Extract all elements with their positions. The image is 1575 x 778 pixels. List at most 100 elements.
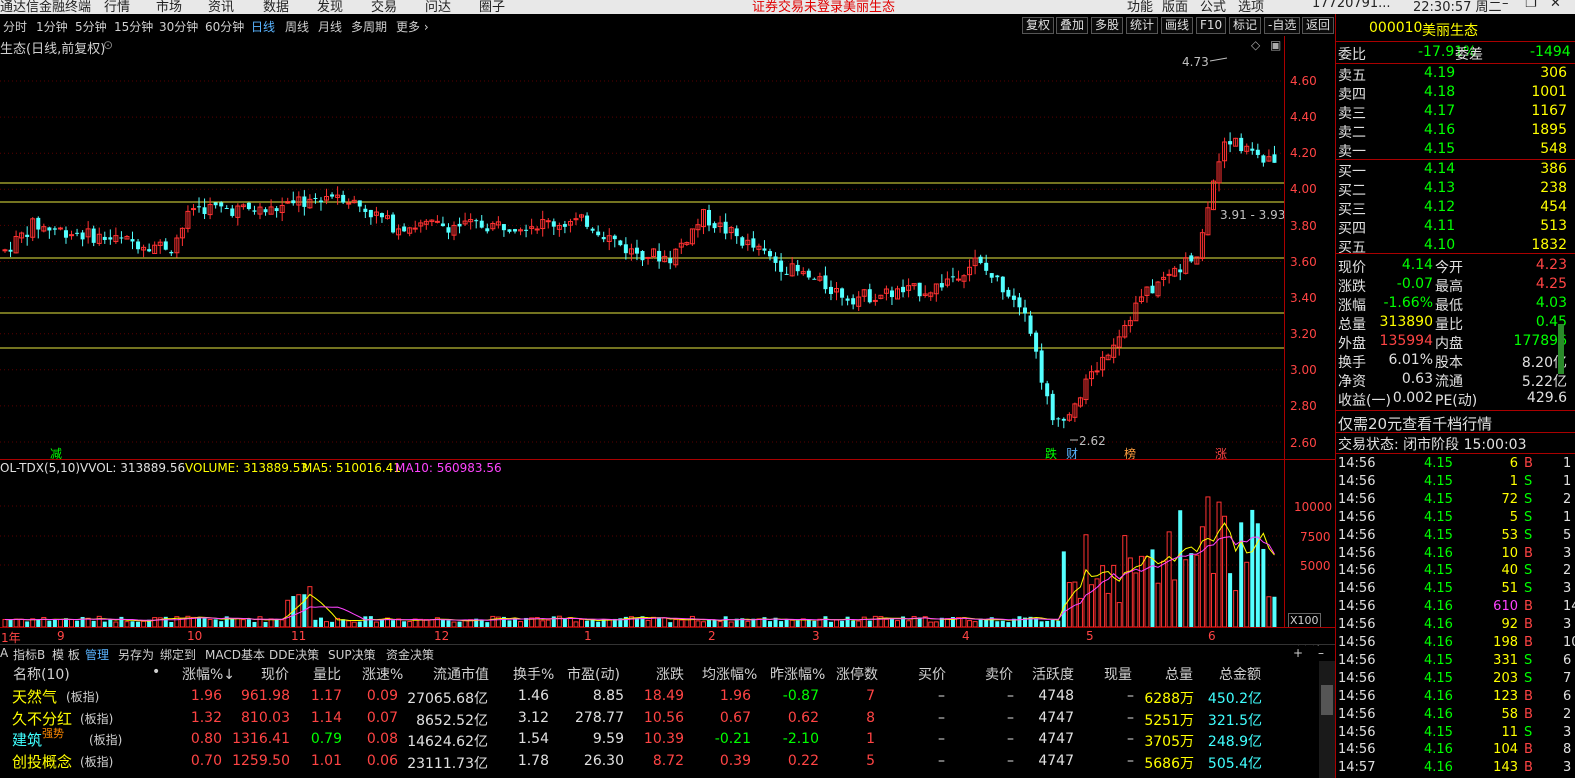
diamond-icon[interactable]: ◇ [1251,38,1260,52]
col-prev[interactable]: 昨涨幅% [770,664,825,684]
btn-biaoji[interactable]: 标记 [1229,17,1262,34]
menu-gongshi[interactable]: 公式 [1200,0,1226,14]
row-name[interactable]: 建筑 [12,729,42,750]
btn-fanhui[interactable]: 返回 [1302,17,1335,34]
vol-indicator-label[interactable]: OL-TDX(5,10) [0,461,80,475]
col-xl[interactable]: 现量 [1104,664,1132,684]
ask-price[interactable]: 4.18 [1424,84,1455,100]
col-speed[interactable]: 涨速% [362,664,403,684]
period-weekly[interactable]: 周线 [285,18,309,35]
tab-a[interactable]: A [0,646,8,660]
bid-price[interactable]: 4.14 [1424,161,1455,177]
ask-row[interactable]: 卖三 4.17 1167 [1336,103,1575,122]
bid-row[interactable]: 买二 4.13 238 [1336,180,1575,199]
col-buy[interactable]: 买价 [918,664,946,684]
btn-tongji[interactable]: 统计 [1126,17,1159,34]
promo-text[interactable]: 仅需20元查看千档行情 [1338,413,1492,434]
minus-icon[interactable]: – [1318,646,1324,660]
menu-quanzi[interactable]: 圈子 [479,0,505,14]
chevron-down-icon[interactable]: ⊙ [103,38,113,52]
tab-sup[interactable]: SUP决策 [328,646,376,661]
kline-chart[interactable] [0,36,1335,644]
scrollbar-thumb[interactable] [1321,685,1333,715]
menu-faxian[interactable]: 发现 [317,0,343,14]
tab-bind[interactable]: 绑定到 [160,646,196,661]
period-more[interactable]: 更多 › [396,18,429,35]
period-1min[interactable]: 1分钟 [36,18,68,35]
close-icon[interactable]: ✕ [1550,0,1561,11]
col-price[interactable]: 现价 [261,664,289,684]
btn-huaxian[interactable]: 画线 [1161,17,1194,34]
bid-row[interactable]: 买三 4.12 454 [1336,199,1575,218]
btn-zixuan[interactable]: -自选 [1264,17,1301,34]
col-pe[interactable]: 市盈(动) [567,664,620,684]
menu-shuju[interactable]: 数据 [263,0,289,14]
bid-row[interactable]: 买一 4.14 386 [1336,161,1575,180]
col-vol[interactable]: 总量 [1165,664,1193,684]
bid-row[interactable]: 买四 4.11 513 [1336,218,1575,237]
row-name[interactable]: 创投概念 [12,751,72,772]
period-daily[interactable]: 日线 [251,18,275,35]
tab-macd[interactable]: MACD基本 [205,646,265,661]
menu-wenda[interactable]: 问达 [425,0,451,14]
ask-row[interactable]: 卖五 4.19 306 [1336,65,1575,84]
tab-template[interactable]: 模 板 [52,646,80,661]
tab-indicator-b[interactable]: 指标B [13,646,45,661]
period-30min[interactable]: 30分钟 [159,18,198,35]
minimize-icon[interactable]: – [1502,0,1509,11]
tab-manage[interactable]: 管理 [85,646,109,661]
ask-row[interactable]: 卖二 4.16 1895 [1336,122,1575,141]
table-row[interactable]: 久不分红 (板指) 1.32 810.03 1.14 0.07 8652.52亿 3.12 27… [0,707,1319,729]
side-scroll-handle[interactable] [1558,324,1564,374]
table-row[interactable]: 天然气 (板指) 1.96 961.98 1.17 0.09 27065.68亿 1.46 8.… [0,685,1319,707]
period-fenshi[interactable]: 分时 [3,18,27,35]
menu-gongneng[interactable]: 功能 [1127,0,1153,14]
col-active[interactable]: 活跃度 [1032,664,1074,684]
bid-price[interactable]: 4.11 [1424,218,1455,234]
menu-zixun[interactable]: 资讯 [208,0,234,14]
tab-dde[interactable]: DDE决策 [269,646,319,661]
restore-icon[interactable]: ❐ [1525,0,1537,11]
btn-diejia[interactable]: 叠加 [1056,17,1089,34]
period-monthly[interactable]: 月线 [318,18,342,35]
col-name[interactable]: 名称(10) [13,664,70,684]
menu-shichang[interactable]: 市场 [156,0,182,14]
col-avg[interactable]: 均涨幅% [702,664,757,684]
table-row[interactable]: 创投概念 (板指) 0.70 1259.50 1.01 0.06 23111.73亿 1.78… [0,750,1319,772]
period-5min[interactable]: 5分钟 [75,18,107,35]
period-multi[interactable]: 多周期 [351,18,387,35]
col-lb[interactable]: 量比 [313,664,341,684]
menu-jiaoyi[interactable]: 交易 [371,0,397,14]
ask-row[interactable]: 卖四 4.18 1001 [1336,84,1575,103]
col-sell[interactable]: 卖价 [985,664,1013,684]
btn-fuquan[interactable]: 复权 [1022,17,1055,34]
ask-price[interactable]: 4.15 [1424,141,1455,157]
ask-price[interactable]: 4.17 [1424,103,1455,119]
table-row[interactable]: 建筑 强势 (板指) 0.80 1316.41 0.79 0.08 14624.62亿 1.54… [0,727,1319,750]
col-mcap[interactable]: 流通市值 [433,664,489,684]
table-scrollbar[interactable] [1319,661,1335,778]
row-name[interactable]: 天然气 [12,686,57,707]
bid-price[interactable]: 4.13 [1424,180,1455,196]
period-60min[interactable]: 60分钟 [205,18,244,35]
tab-funds[interactable]: 资金决策 [386,646,434,661]
window-icon[interactable]: ▣ [1270,38,1281,52]
menu-banmian[interactable]: 版面 [1162,0,1188,14]
btn-f10[interactable]: F10 [1196,17,1227,34]
ask-price[interactable]: 4.16 [1424,122,1455,138]
col-zt[interactable]: 涨停数 [836,664,878,684]
menu-hangqing[interactable]: 行情 [104,0,130,14]
menu-xuanxiang[interactable]: 选项 [1238,0,1264,14]
ask-price[interactable]: 4.19 [1424,65,1455,81]
promo-link[interactable]: 仅需20元查看千档行情 [1336,413,1575,434]
col-diff[interactable]: 涨跌 [656,664,684,684]
plus-icon[interactable]: + [1293,646,1303,660]
tab-save-as[interactable]: 另存为 [118,646,154,661]
col-amt[interactable]: 总金额 [1219,664,1261,684]
ask-row[interactable]: 卖一 4.15 548 [1336,141,1575,160]
col-chg[interactable]: 涨幅%↓ [182,664,235,684]
col-turn[interactable]: 换手% [513,664,554,684]
bid-price[interactable]: 4.10 [1424,237,1455,253]
bid-price[interactable]: 4.12 [1424,199,1455,215]
period-15min[interactable]: 15分钟 [114,18,153,35]
